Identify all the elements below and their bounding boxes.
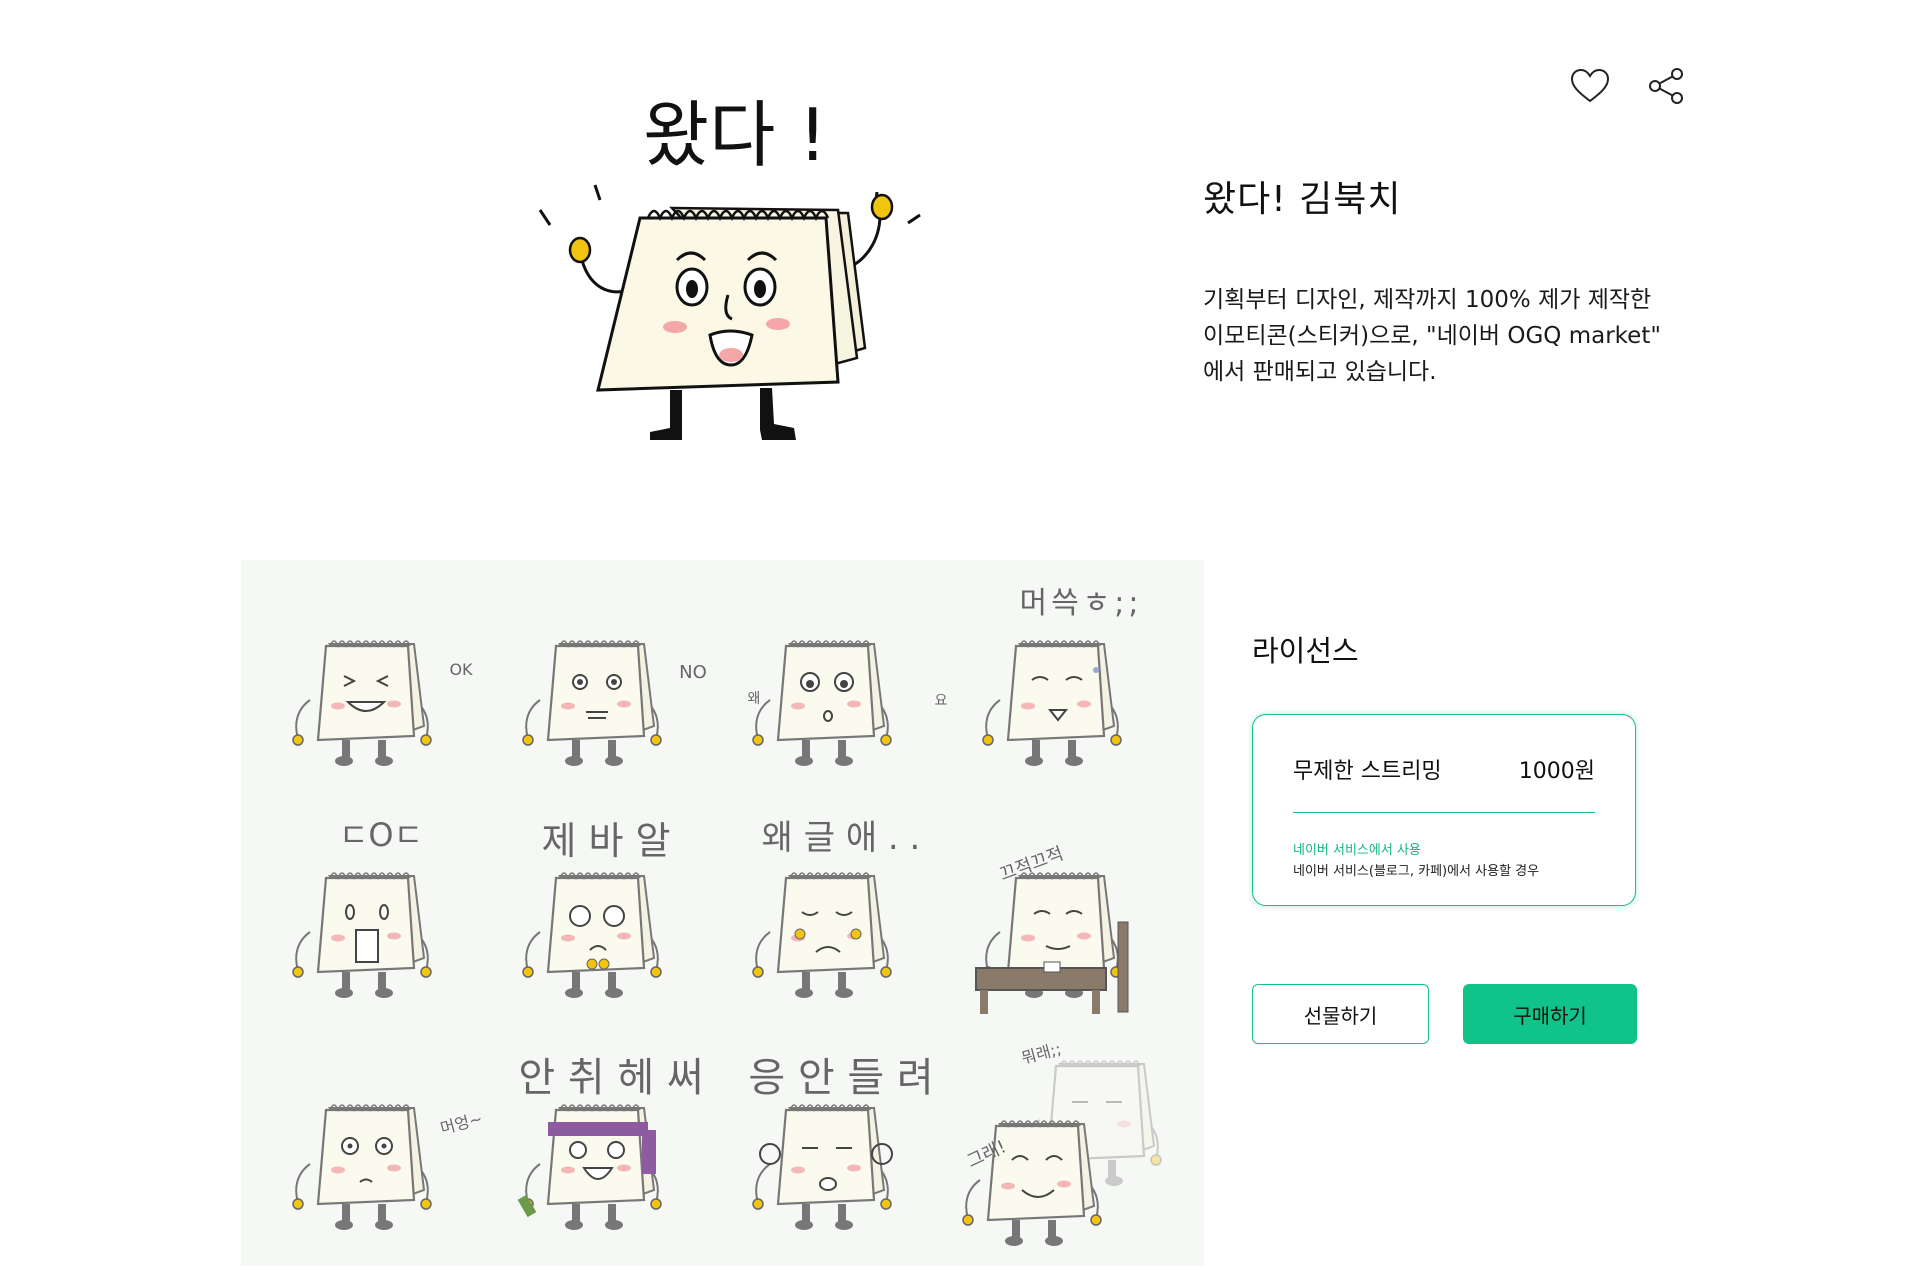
sticker-caption: 왜 글 애 . . (761, 818, 921, 858)
description-line: 기획부터 디자인, 제작까지 100% 제가 제작한 (1203, 287, 1652, 313)
sticker-caption: ㄷOㄷ (338, 816, 424, 854)
hero-caption: 왔다 ! (643, 93, 827, 177)
sticker-preview-grid: 머쓱ㅎ;; ㄷOㄷ 제 바 알 왜 글 애 . . 끄적끄적 안 취 헤 써 응… (241, 560, 1204, 1266)
license-option-name: 무제한 스트리밍 (1293, 759, 1442, 784)
share-icon[interactable] (1646, 66, 1686, 106)
sticker-caption: 요 (934, 693, 948, 709)
sticker-preview-art (291, 639, 1163, 1248)
description-line: 에서 판매되고 있습니다. (1203, 359, 1437, 385)
gift-button[interactable]: 선물하기 (1252, 984, 1429, 1044)
buy-button[interactable]: 구매하기 (1463, 984, 1637, 1044)
description-line: 이모티콘(스티커)으로, "네이버 OGQ market" (1203, 323, 1661, 349)
hero-sticker-image: 왔다 ! (520, 90, 940, 450)
sticker-caption: 제 바 알 (541, 819, 671, 863)
sticker-caption: 응 안 들 려 (748, 1055, 934, 1101)
sticker-caption: 왜 (747, 691, 761, 707)
license-option-price: 1000원 (1518, 759, 1595, 784)
license-option-card[interactable]: 무제한 스트리밍 1000원 네이버 서비스에서 사용 네이버 서비스(블로그,… (1252, 714, 1636, 906)
product-title: 왔다! 김북치 (1203, 179, 1402, 220)
header-actions (1570, 66, 1686, 106)
license-scope: 네이버 서비스에서 사용 (1293, 843, 1421, 858)
sticker-caption: NO (679, 662, 707, 683)
heart-icon[interactable] (1570, 66, 1610, 106)
license-heading: 라이선스 (1252, 634, 1359, 668)
sticker-caption: 안 취 헤 써 (518, 1055, 704, 1101)
license-divider (1293, 812, 1595, 813)
product-description: 기획부터 디자인, 제작까지 100% 제가 제작한 이모티콘(스티커)으로, … (1203, 282, 1693, 390)
license-detail: 네이버 서비스(블로그, 카페)에서 사용할 경우 (1293, 864, 1540, 879)
sticker-caption: 머쓱ㅎ;; (1019, 586, 1143, 621)
sticker-caption: OK (449, 660, 473, 679)
